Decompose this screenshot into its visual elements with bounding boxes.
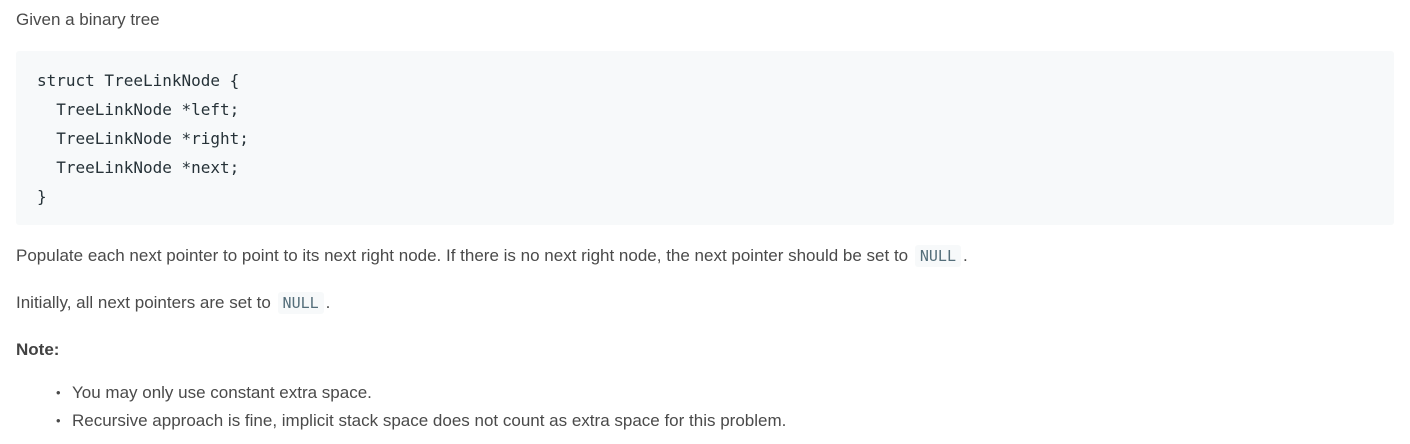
list-item: You may only use constant extra space.: [56, 379, 1394, 407]
problem-description: Given a binary tree struct TreeLinkNode …: [0, 0, 1410, 435]
populate-text: Populate each next pointer to point to i…: [16, 246, 909, 265]
initially-period: .: [325, 293, 331, 312]
note-heading: Note:: [16, 340, 60, 359]
code-line: }: [37, 187, 47, 206]
populate-paragraph: Populate each next pointer to point to i…: [16, 243, 1394, 269]
code-line: struct TreeLinkNode {: [37, 71, 240, 90]
initially-paragraph: Initially, all next pointers are set to …: [16, 290, 1394, 316]
code-line: TreeLinkNode *right;: [37, 129, 249, 148]
null-inline-code: NULL: [914, 245, 961, 267]
note-list: You may only use constant extra space. R…: [16, 379, 1394, 435]
initially-text: Initially, all next pointers are set to: [16, 293, 271, 312]
populate-period: .: [963, 246, 968, 265]
code-line: TreeLinkNode *left;: [37, 100, 240, 119]
null-inline-code: NULL: [277, 292, 324, 314]
code-line: TreeLinkNode *next;: [37, 158, 240, 177]
code-block: struct TreeLinkNode { TreeLinkNode *left…: [16, 51, 1394, 225]
list-item: Recursive approach is fine, implicit sta…: [56, 407, 1394, 435]
intro-text: Given a binary tree: [16, 10, 160, 29]
